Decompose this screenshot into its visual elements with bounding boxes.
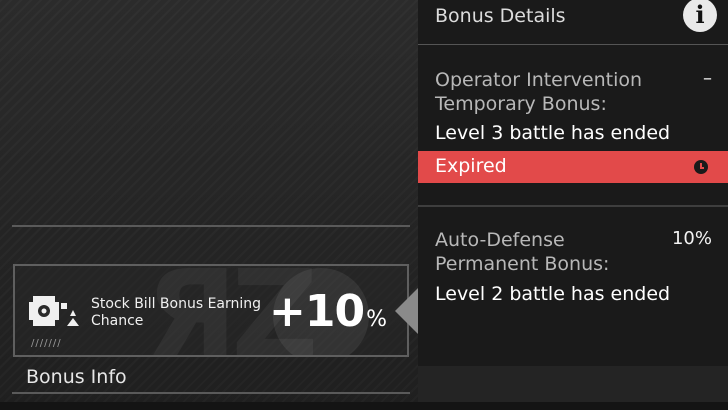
section-title-line: Operator Intervention	[435, 69, 643, 91]
expired-label: Expired	[435, 155, 507, 177]
bonus-card[interactable]: ЯZ Stock Bill Bonus Earning Chance /////…	[13, 264, 409, 357]
section-detail: Level 2 battle has ended	[435, 283, 671, 305]
bonus-details-panel: Bonus Details i Operator Intervention Te…	[418, 0, 728, 402]
section-title-line: Auto-Defense	[435, 229, 565, 251]
bonus-label: Stock Bill Bonus Earning Chance	[91, 296, 262, 329]
section-detail: Level 3 battle has ended	[435, 122, 671, 144]
section-title-line: Permanent Bonus:	[435, 253, 610, 275]
section-value: 10%	[671, 228, 712, 249]
info-icon[interactable]: i	[683, 0, 717, 32]
divider	[418, 205, 728, 207]
panel-header: Bonus Details i	[418, 0, 728, 45]
divider	[12, 392, 410, 394]
section-title: Auto-Defense Permanent Bonus:	[435, 228, 609, 276]
card-ticks: ///////	[31, 338, 62, 349]
clock-icon	[694, 160, 708, 174]
bonus-value: +10%	[269, 288, 387, 344]
section-title-line: Temporary Bonus:	[435, 93, 607, 115]
section-value: –	[703, 68, 712, 89]
stock-bill-icon	[29, 296, 79, 326]
bottom-strip	[0, 402, 728, 410]
bonus-value-number: +10	[269, 286, 365, 337]
bonus-info-title: Bonus Info	[26, 366, 127, 388]
expired-status-bar: Expired	[418, 151, 728, 183]
panel-footer	[418, 366, 728, 402]
panel-title: Bonus Details	[435, 5, 566, 27]
divider	[12, 225, 410, 227]
pointer-arrow	[395, 287, 419, 335]
section-title: Operator Intervention Temporary Bonus:	[435, 68, 642, 116]
bonus-value-unit: %	[366, 307, 388, 332]
